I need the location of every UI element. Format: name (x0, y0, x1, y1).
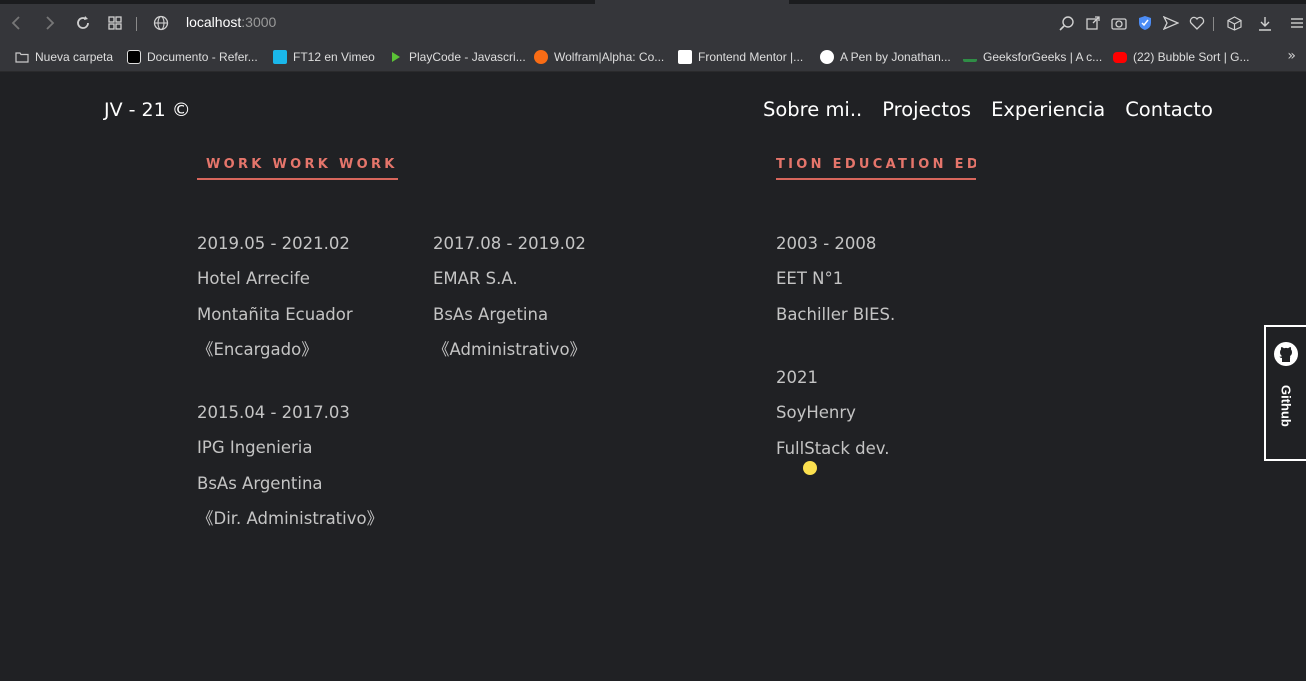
codepen-icon (820, 50, 834, 64)
education-school: SoyHenry (776, 403, 856, 423)
url-port: :3000 (241, 14, 277, 30)
menu-icon[interactable] (1286, 12, 1306, 34)
bookmark-label: FT12 en Vimeo (293, 50, 375, 64)
work-section-title: WORK WORK WORK (197, 157, 398, 180)
nav-link-projectos[interactable]: Projectos (882, 98, 971, 121)
youtube-icon (1113, 51, 1127, 63)
heart-icon[interactable] (1186, 12, 1208, 34)
toolbar-divider (136, 17, 137, 31)
forward-icon[interactable] (38, 12, 60, 34)
bookmark-label: Nueva carpeta (35, 50, 114, 64)
zoom-icon[interactable] (1056, 12, 1078, 34)
send-icon[interactable] (1160, 12, 1182, 34)
work-company: Hotel Arrecife (197, 269, 310, 289)
bookmark-label: Documento - Refer... (147, 50, 258, 64)
education-dates: 2003 - 2008 (776, 234, 877, 253)
bookmark-label: PlayCode - Javascri... (409, 50, 526, 64)
back-icon[interactable] (6, 12, 28, 34)
education-entry: 2003 - 2008 EET N°1 Bachiller BIES. (776, 234, 895, 340)
main-nav: Sobre mi.. Projectos Experiencia Contact… (763, 98, 1213, 121)
bookmark-label: A Pen by Jonathan... (840, 50, 951, 64)
brand-logo[interactable]: JV - 21 © (104, 99, 191, 121)
wolfram-icon (534, 50, 548, 64)
work-entry: 2017.08 - 2019.02 EMAR S.A. BsAs Argetin… (433, 234, 586, 375)
bookmark-label: (22) Bubble Sort | G... (1133, 50, 1250, 64)
cube-icon[interactable] (1223, 12, 1245, 34)
playcode-icon (392, 52, 400, 62)
nav-link-experiencia[interactable]: Experiencia (991, 98, 1105, 121)
bookmark-item[interactable]: A Pen by Jonathan... (820, 47, 951, 67)
work-location: BsAs Argentina (197, 473, 323, 493)
download-icon[interactable] (1254, 12, 1276, 34)
bookmark-item[interactable]: Nueva carpeta (15, 47, 113, 67)
share-icon[interactable] (1082, 12, 1104, 34)
work-role: 《Administrativo》 (433, 339, 587, 359)
education-degree: Bachiller BIES. (776, 304, 896, 324)
work-entry: 2015.04 - 2017.03 IPG Ingenieria BsAs Ar… (197, 403, 383, 544)
education-entry: 2021 SoyHenry FullStack dev. (776, 368, 890, 474)
vimeo-icon (273, 50, 287, 64)
globe-icon[interactable] (150, 12, 172, 34)
frontend-mentor-icon (678, 50, 692, 64)
reload-icon[interactable] (72, 12, 94, 34)
url-host: localhost (186, 14, 242, 30)
education-school: EET N°1 (776, 269, 844, 289)
work-location: BsAs Argetina (433, 304, 549, 324)
education-degree: FullStack dev. (776, 438, 890, 458)
github-link[interactable]: Github (1264, 325, 1306, 461)
tabs-grid-icon[interactable] (104, 12, 126, 34)
bookmark-item[interactable]: (22) Bubble Sort | G... (1113, 47, 1250, 67)
gfg-icon (963, 53, 977, 62)
github-icon (1274, 342, 1298, 366)
bookmark-label: Wolfram|Alpha: Co... (554, 50, 665, 64)
work-role: 《Encargado》 (197, 339, 318, 359)
address-bar[interactable]: localhost:3000 (186, 14, 276, 30)
work-location: Montañita Ecuador (197, 304, 353, 324)
bookmarks-overflow-button[interactable]: » (1287, 48, 1296, 64)
bookmarks-bar: Nueva carpeta Documento - Refer... FT12 … (0, 42, 1306, 72)
folder-icon (15, 52, 29, 63)
bookmark-item[interactable]: GeeksforGeeks | A c... (963, 47, 1102, 67)
work-dates: 2017.08 - 2019.02 (433, 234, 586, 253)
nav-link-contacto[interactable]: Contacto (1125, 98, 1213, 121)
browser-toolbar: localhost:3000 (0, 4, 1306, 42)
education-section-title: TION EDUCATION ED (776, 157, 976, 180)
bookmark-label: Frontend Mentor |... (698, 50, 804, 64)
bookmark-item[interactable]: Wolfram|Alpha: Co... (534, 47, 664, 67)
work-company: IPG Ingenieria (197, 438, 313, 458)
nav-link-sobre-mi[interactable]: Sobre mi.. (763, 98, 862, 121)
bookmark-item[interactable]: PlayCode - Javascri... (389, 47, 526, 67)
toolbar-divider-right (1213, 17, 1214, 31)
education-dates: 2021 (776, 368, 818, 387)
portfolio-page: JV - 21 © Sobre mi.. Projectos Experienc… (0, 73, 1306, 681)
work-entry: 2019.05 - 2021.02 Hotel Arrecife Montañi… (197, 234, 353, 375)
work-role: 《Dir. Administrativo》 (197, 508, 384, 528)
work-dates: 2019.05 - 2021.02 (197, 234, 350, 253)
bookmark-item[interactable]: Frontend Mentor |... (678, 47, 803, 67)
cursor-dot (803, 461, 817, 475)
bookmark-item[interactable]: FT12 en Vimeo (273, 47, 375, 67)
github-label: Github (1278, 385, 1294, 427)
work-company: EMAR S.A. (433, 269, 518, 289)
bookmark-label: GeeksforGeeks | A c... (983, 50, 1103, 64)
shield-icon[interactable] (1134, 12, 1156, 34)
work-dates: 2015.04 - 2017.03 (197, 403, 350, 422)
bookmark-item[interactable]: Documento - Refer... (127, 47, 258, 67)
camera-icon[interactable] (1108, 12, 1130, 34)
mdn-icon (127, 50, 141, 64)
